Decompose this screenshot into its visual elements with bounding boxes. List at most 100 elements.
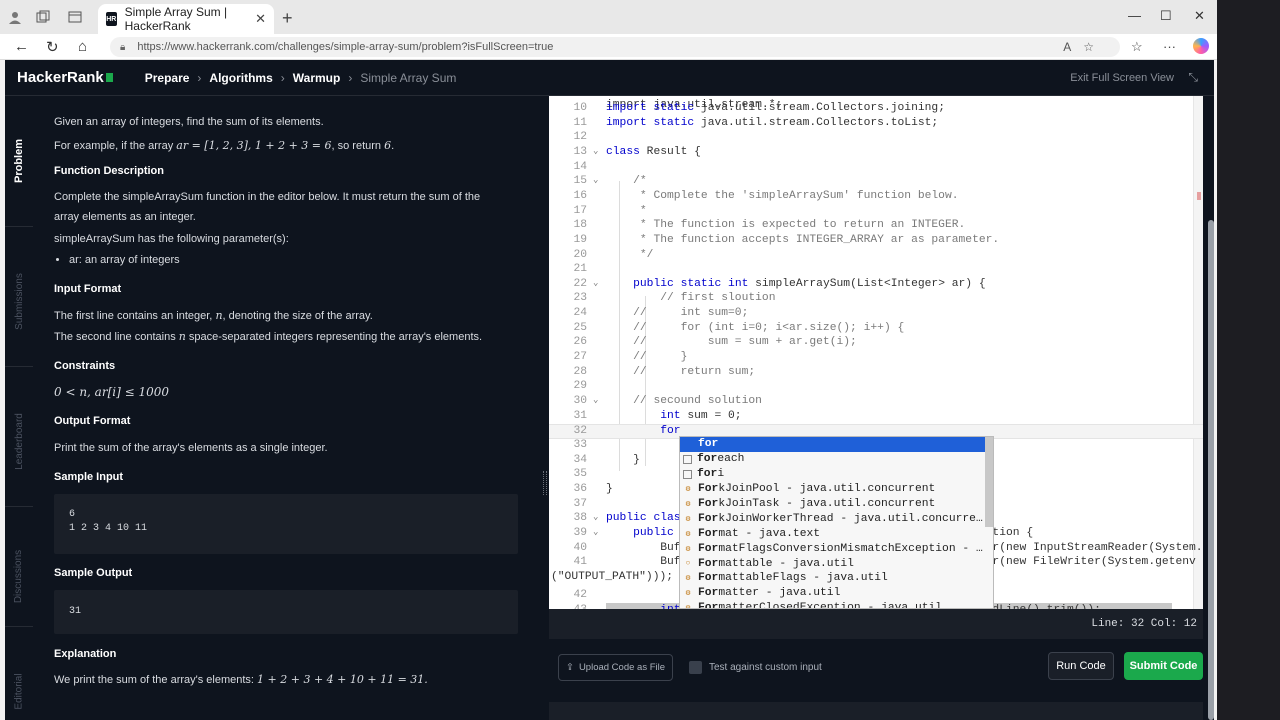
exit-fullscreen-link[interactable]: Exit Full Screen View <box>1070 72 1174 84</box>
crumb-algorithms[interactable]: Algorithms <box>209 71 272 85</box>
pane-splitter[interactable] <box>541 96 549 720</box>
problem-intro: Given an array of integers, find the sum… <box>54 116 324 128</box>
code-line: 11 import static java.util.stream.Collect… <box>549 117 1203 132</box>
copilot-icon[interactable] <box>1193 38 1209 54</box>
input-line2-math: n <box>178 330 186 343</box>
match-text: for <box>698 438 719 451</box>
run-code-button[interactable]: Run Code <box>1048 652 1114 680</box>
code-editor[interactable]: import java.util.stream.*; 10 import stat… <box>549 96 1203 609</box>
code-text: ("OUTPUT_PATH"))); <box>551 570 674 583</box>
upload-code-button[interactable]: ⇪ Upload Code as File <box>558 654 673 681</box>
profile-icon[interactable] <box>6 8 24 26</box>
browser-tab[interactable]: HR Simple Array Sum | HackerRank ✕ <box>98 4 274 34</box>
fold-chevron-icon[interactable]: ⌄ <box>593 146 598 156</box>
browser-window: HR Simple Array Sum | HackerRank ✕ + — ☐… <box>0 0 1217 720</box>
autocomplete-item[interactable]: ⚙ For kJoinPool - java.util.concurrent <box>680 482 993 497</box>
page-scrollbar[interactable] <box>1208 100 1214 720</box>
autocomplete-item[interactable]: ⚙ For kJoinWorkerThread - java.util.concur… <box>680 511 993 526</box>
refresh-icon[interactable]: ↻ <box>46 38 59 56</box>
code-text: public static int simpleArraySum(List<In… <box>633 277 986 290</box>
line-number: 20 <box>573 248 587 261</box>
splitter-grip-icon[interactable] <box>543 471 547 495</box>
match-text: For <box>698 572 719 585</box>
match-text: For <box>698 527 719 540</box>
line-number: 31 <box>573 409 587 422</box>
fold-chevron-icon[interactable]: ⌄ <box>593 278 598 288</box>
sample-output-box: 31 <box>54 590 518 634</box>
param-item: ar: an array of integers <box>69 252 180 268</box>
collapse-icon[interactable]: ⤡ <box>1188 70 1198 85</box>
tab-actions-icon[interactable] <box>66 8 84 26</box>
autocomplete-popup[interactable]: for for each for i ⚙ For kJoinPool - java.util.… <box>679 436 994 609</box>
close-window-icon[interactable]: ✕ <box>1194 8 1205 24</box>
template-icon <box>683 454 692 464</box>
code-text: } <box>606 453 640 466</box>
autocomplete-item[interactable]: ⚙ For mattableFlags - java.util <box>680 571 993 586</box>
editor-area: import java.util.stream.*; 10 import stat… <box>549 96 1214 720</box>
result-panel <box>549 702 1203 720</box>
autocomplete-item[interactable]: ○ For mattable - java.util <box>680 556 993 571</box>
code-text: */ <box>606 248 654 261</box>
crumb-warmup[interactable]: Warmup <box>293 71 341 85</box>
autocomplete-item[interactable]: for <box>680 437 993 452</box>
autocomplete-item[interactable]: ⚙ For matterClosedException - java.util <box>680 601 993 609</box>
tab-leaderboard[interactable]: Leaderboard <box>5 396 33 486</box>
chevron-right-icon: › <box>197 70 202 85</box>
favorites-icon[interactable]: ☆ <box>1131 39 1143 55</box>
url-text: https://www.hackerrank.com/challenges/si… <box>137 41 554 53</box>
fold-chevron-icon[interactable]: ⌄ <box>593 395 598 405</box>
fold-chevron-icon[interactable]: ⌄ <box>593 527 598 537</box>
tab-editorial-label: Editorial <box>13 672 25 710</box>
suggestion-text: i <box>717 468 725 481</box>
class-icon: ⚙ <box>685 574 691 584</box>
autocomplete-scrollbar[interactable] <box>985 437 993 527</box>
hackerrank-logo[interactable]: HackerRank <box>17 69 113 86</box>
class-icon: ⚙ <box>685 529 691 539</box>
suggestion-text: matterClosedException - java.util <box>718 602 943 609</box>
page-scrollbar-thumb[interactable] <box>1208 220 1214 720</box>
autocomplete-item[interactable]: ⚙ For mat - java.text <box>680 526 993 541</box>
class-icon: ⚙ <box>685 500 691 509</box>
code-text: /* <box>606 175 647 188</box>
output-desc: Print the sum of the array's elements as… <box>54 442 328 454</box>
lock-icon[interactable]: 🔒︎ <box>120 42 125 53</box>
fold-chevron-icon[interactable]: ⌄ <box>593 512 598 522</box>
tab-problem[interactable]: Problem <box>5 126 33 196</box>
address-bar[interactable]: 🔒︎ https://www.hackerrank.com/challenges… <box>110 37 1120 57</box>
tab-submissions[interactable]: Submissions <box>5 256 33 346</box>
submit-code-button[interactable]: Submit Code <box>1124 652 1203 680</box>
line-number: 17 <box>573 204 587 217</box>
line-number: 37 <box>573 497 587 510</box>
home-icon[interactable]: ⌂ <box>78 38 87 55</box>
custom-input-label[interactable]: Test against custom input <box>709 662 822 673</box>
fold-chevron-icon[interactable]: ⌄ <box>593 175 598 185</box>
class-icon: ⚙ <box>685 514 691 524</box>
workspaces-icon[interactable] <box>34 8 52 26</box>
minimize-icon[interactable]: — <box>1128 8 1141 23</box>
back-icon[interactable]: ← <box>14 38 29 55</box>
code-line: 20 */ <box>549 249 1203 264</box>
cursor-position: Line: 32 Col: 12 <box>1091 618 1197 630</box>
tab-editorial[interactable]: Editorial <box>5 661 33 720</box>
autocomplete-item[interactable]: ⚙ For matFlagsConversionMismatchException … <box>680 541 993 556</box>
input-line2-b: space-separated integers representing th… <box>188 331 483 343</box>
more-options-icon[interactable]: ··· <box>1163 39 1176 54</box>
crumb-prepare[interactable]: Prepare <box>145 71 190 85</box>
input-heading: Input Format <box>54 283 122 295</box>
tab-discussions[interactable]: Discussions <box>5 536 33 616</box>
breadcrumb: Prepare › Algorithms › Warmup › Simple A… <box>145 71 457 85</box>
code-line: 14 <box>549 161 1203 176</box>
autocomplete-item[interactable]: ⚙ For kJoinTask - java.util.concurrent <box>680 497 993 512</box>
close-tab-icon[interactable]: ✕ <box>255 11 266 27</box>
maximize-icon[interactable]: ☐ <box>1160 8 1172 24</box>
code-text: class Result { <box>606 145 701 158</box>
line-number: 21 <box>573 263 587 276</box>
autocomplete-item[interactable]: for i <box>680 467 993 482</box>
template-icon <box>683 469 692 479</box>
read-aloud-favorite-icons[interactable]: A☆ <box>1063 40 1106 54</box>
autocomplete-item[interactable]: ⚙ For matter - java.util <box>680 586 993 601</box>
autocomplete-item[interactable]: for each <box>680 452 993 467</box>
custom-input-checkbox[interactable] <box>689 661 702 674</box>
new-tab-icon[interactable]: + <box>282 8 293 29</box>
suggestion-text: kJoinWorkerThread - java.util.concurre… <box>718 512 983 525</box>
